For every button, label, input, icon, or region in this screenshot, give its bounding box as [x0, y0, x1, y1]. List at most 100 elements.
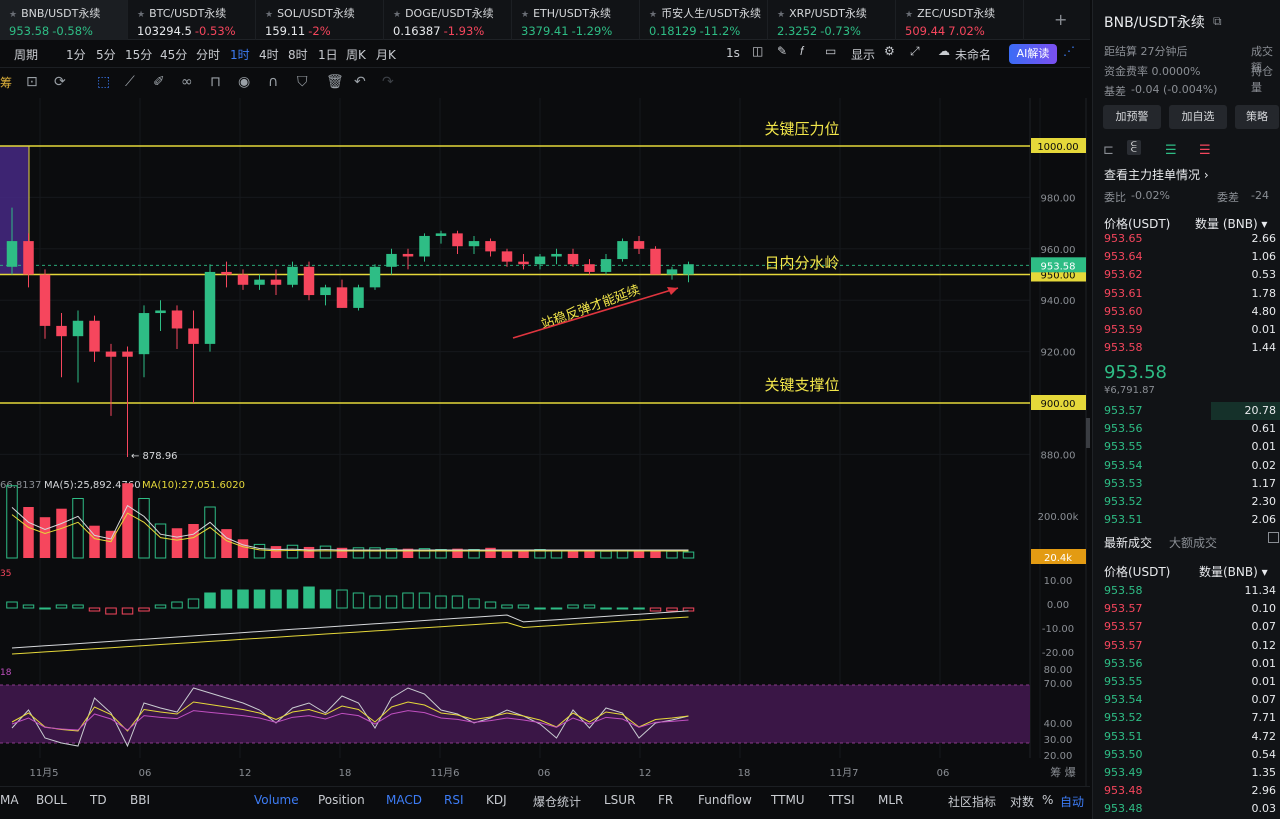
indicator-fundflow[interactable]: Fundflow	[698, 793, 752, 807]
trade-row[interactable]: 953.55 0.01	[1104, 673, 1276, 691]
indicator-volume[interactable]: Volume	[254, 793, 299, 807]
tab-5[interactable]: 币安人生/USDT永续 0.18129-11.2%	[640, 0, 768, 40]
timeframe-10[interactable]: 周K	[346, 46, 366, 63]
indicator-position[interactable]: Position	[318, 793, 365, 807]
book-mode-1-icon[interactable]: ⊏	[1103, 143, 1114, 158]
trade-row[interactable]: 953.58 11.34	[1104, 582, 1276, 600]
trade-row[interactable]: 953.57 0.07	[1104, 618, 1276, 636]
timeframe-9[interactable]: 1日	[318, 46, 338, 63]
bottom-log[interactable]: 对数	[1010, 793, 1034, 810]
timeframe-7[interactable]: 4时	[259, 46, 279, 63]
bid-row[interactable]: 953.56 0.61	[1104, 420, 1276, 438]
add-tab-icon[interactable]: +	[1054, 10, 1067, 29]
indicator-mlr[interactable]: MLR	[878, 793, 903, 807]
bid-row[interactable]: 953.52 2.30	[1104, 493, 1276, 511]
filter-icon[interactable]: ⛉	[297, 74, 308, 90]
timeframe-5[interactable]: 分时	[196, 46, 220, 63]
timeframe-11[interactable]: 月K	[376, 46, 396, 63]
bid-row[interactable]: 953.54 0.02	[1104, 457, 1276, 475]
indicator-rsi[interactable]: RSI	[444, 793, 464, 807]
indicator-td[interactable]: TD	[90, 793, 107, 807]
indicator-fr[interactable]: FR	[658, 793, 673, 807]
cloud-icon[interactable]: ☁	[938, 44, 950, 58]
timeframe-4[interactable]: 45分	[160, 46, 187, 63]
bottom-pct[interactable]: %	[1042, 793, 1053, 807]
book-mode-3-icon[interactable]: ☰	[1165, 143, 1177, 158]
display-button[interactable]: 显示	[851, 46, 875, 63]
timeframe-2[interactable]: 5分	[96, 46, 116, 63]
lock-icon[interactable]: ⊓	[210, 74, 221, 90]
trade-row[interactable]: 953.52 7.71	[1104, 709, 1276, 727]
trade-row[interactable]: 953.49 1.35	[1104, 764, 1276, 782]
chart-area[interactable]: 关键压力位日内分水岭关键支撑位站稳反弹才能延续← 878.96980.00960…	[0, 98, 1090, 819]
filter-checkbox[interactable]	[1268, 532, 1279, 543]
indicator-ttmu[interactable]: TTMU	[771, 793, 805, 807]
panel-collapse-handle[interactable]	[1086, 418, 1090, 448]
ask-row[interactable]: 953.58 1.44	[1104, 339, 1276, 357]
ruler-icon[interactable]: ⟋	[125, 74, 135, 90]
trade-row[interactable]: 953.54 0.07	[1104, 691, 1276, 709]
tab-6[interactable]: XRP/USDT永续 2.3252-0.73%	[768, 0, 896, 40]
bid-row[interactable]: 953.55 0.01	[1104, 438, 1276, 456]
rect-icon[interactable]: ▭	[825, 44, 836, 58]
interval-selector[interactable]: 1s	[726, 46, 740, 60]
tab-2[interactable]: SOL/USDT永续 159.11-2%	[256, 0, 384, 40]
book-mode-4-icon[interactable]: ☰	[1199, 143, 1211, 158]
trade-row[interactable]: 953.48 0.03	[1104, 800, 1276, 818]
ask-row[interactable]: 953.61 1.78	[1104, 285, 1276, 303]
trade-row[interactable]: 953.48 2.96	[1104, 782, 1276, 800]
indicator-爆仓统计[interactable]: 爆仓统计	[533, 793, 581, 810]
camera-icon[interactable]: ◫	[752, 44, 763, 58]
copy-icon[interactable]: ⧉	[1213, 14, 1222, 29]
ask-row[interactable]: 953.65 2.66	[1104, 230, 1276, 248]
ask-row[interactable]: 953.60 4.80	[1104, 303, 1276, 321]
strategy-button[interactable]: 策略	[1235, 105, 1279, 129]
trade-row[interactable]: 953.57 0.10	[1104, 600, 1276, 618]
timeframe-3[interactable]: 15分	[125, 46, 152, 63]
trade-row[interactable]: 953.56 0.01	[1104, 655, 1276, 673]
layout-selector[interactable]: 未命名	[955, 46, 991, 63]
trade-row[interactable]: 953.51 4.72	[1104, 728, 1276, 746]
cursor-tool-icon[interactable]: ⬚	[97, 74, 110, 90]
timeframe-8[interactable]: 8时	[288, 46, 308, 63]
bid-row[interactable]: 953.57 20.78	[1104, 402, 1280, 420]
indicator-bbi[interactable]: BBI	[130, 793, 150, 807]
ask-row[interactable]: 953.62 0.53	[1104, 266, 1276, 284]
indicator-ma[interactable]: MA	[0, 793, 19, 807]
indicator-macd[interactable]: MACD	[386, 793, 422, 807]
indicator-lsur[interactable]: LSUR	[604, 793, 635, 807]
ask-row[interactable]: 953.64 1.06	[1104, 248, 1276, 266]
tab-1[interactable]: BTC/USDT永续 103294.5-0.53%	[128, 0, 256, 40]
tab-0[interactable]: BNB/USDT永续 953.58-0.58%	[0, 0, 128, 40]
bid-row[interactable]: 953.53 1.17	[1104, 475, 1276, 493]
screenshot-icon[interactable]: ⊡	[26, 74, 38, 90]
indicator-icon[interactable]: 𝑓	[800, 44, 804, 59]
magnet-icon[interactable]: ∩	[268, 74, 278, 90]
trade-row[interactable]: 953.50 0.54	[1104, 746, 1276, 764]
pen-icon[interactable]: ✎	[777, 44, 787, 58]
tab-4[interactable]: ETH/USDT永续 3379.41-1.29%	[512, 0, 640, 40]
alert-button[interactable]: 加预警	[1103, 105, 1161, 129]
indicator-kdj[interactable]: KDJ	[486, 793, 507, 807]
main-orders-link[interactable]: 查看主力挂单情况 ›	[1104, 166, 1209, 183]
bottom-auto[interactable]: 自动	[1060, 793, 1084, 810]
share-icon[interactable]: ⋰	[1063, 44, 1075, 58]
timeframe-1[interactable]: 1分	[66, 46, 86, 63]
trash-icon[interactable]: 🗑	[326, 74, 344, 90]
book-mode-2-icon[interactable]: ⫕	[1127, 140, 1141, 155]
tab-3[interactable]: DOGE/USDT永续 0.16387-1.93%	[384, 0, 512, 40]
timeframe-6[interactable]: 1时	[230, 46, 250, 63]
bid-row[interactable]: 953.51 2.06	[1104, 511, 1276, 529]
chips-icon[interactable]: 筹	[0, 74, 12, 91]
redo-icon[interactable]: ↷	[382, 74, 394, 90]
undo-icon[interactable]: ↶	[354, 74, 366, 90]
watchlist-button[interactable]: 加自选	[1169, 105, 1227, 129]
eye-icon[interactable]: ◉	[238, 74, 250, 90]
bottom-community[interactable]: 社区指标	[948, 793, 996, 810]
trade-row[interactable]: 953.57 0.12	[1104, 637, 1276, 655]
fullscreen-icon[interactable]: ⤢	[910, 44, 920, 59]
settings-icon[interactable]: ⚙	[884, 44, 895, 58]
indicator-ttsi[interactable]: TTSI	[829, 793, 855, 807]
indicator-boll[interactable]: BOLL	[36, 793, 67, 807]
brush-icon[interactable]: ✐	[153, 74, 165, 90]
